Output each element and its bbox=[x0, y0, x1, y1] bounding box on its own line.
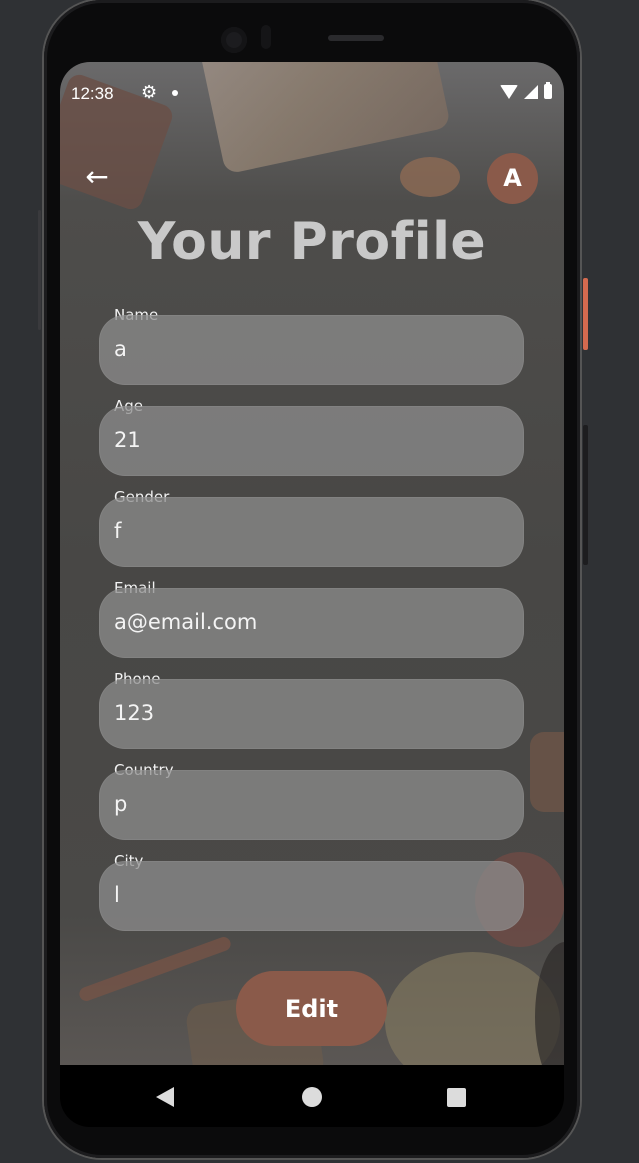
name-field[interactable]: a bbox=[99, 315, 524, 385]
phone-field[interactable]: 123 bbox=[99, 679, 524, 749]
gender-value: f bbox=[114, 519, 122, 543]
app-screen: 12:38 ⚙ ← A Your Profile Name a Age 21 G… bbox=[60, 62, 564, 1065]
age-field[interactable]: 21 bbox=[99, 406, 524, 476]
volume-button bbox=[583, 425, 588, 565]
arrow-left-icon[interactable]: ← bbox=[82, 162, 112, 192]
status-icons bbox=[500, 82, 552, 99]
system-nav-bar bbox=[60, 1065, 564, 1127]
side-rail bbox=[38, 210, 41, 330]
status-bar: 12:38 ⚙ bbox=[71, 82, 552, 106]
email-value: a@email.com bbox=[114, 610, 258, 634]
proximity-sensor bbox=[261, 25, 271, 49]
circle-home-icon[interactable] bbox=[302, 1087, 322, 1107]
country-field[interactable]: p bbox=[99, 770, 524, 840]
page-title: Your Profile bbox=[137, 212, 487, 272]
edit-button[interactable]: Edit bbox=[236, 971, 387, 1046]
triangle-back-icon[interactable] bbox=[156, 1087, 174, 1107]
square-recents-icon[interactable] bbox=[447, 1088, 466, 1107]
front-camera bbox=[221, 27, 247, 53]
status-time: 12:38 bbox=[71, 84, 114, 103]
city-value: l bbox=[114, 883, 120, 907]
signal-icon bbox=[524, 84, 538, 99]
phone-value: 123 bbox=[114, 701, 155, 725]
country-value: p bbox=[114, 792, 128, 816]
background-food-image bbox=[385, 952, 560, 1065]
power-button bbox=[583, 278, 588, 350]
background-pan-image bbox=[535, 942, 564, 1065]
name-value: a bbox=[114, 337, 127, 361]
background-food-image bbox=[530, 732, 564, 812]
email-field[interactable]: a@email.com bbox=[99, 588, 524, 658]
age-value: 21 bbox=[114, 428, 141, 452]
earpiece-speaker bbox=[328, 35, 384, 41]
notification-dot-icon bbox=[172, 90, 178, 96]
gender-field[interactable]: f bbox=[99, 497, 524, 567]
background-food-image bbox=[198, 62, 452, 175]
battery-icon bbox=[544, 82, 552, 99]
city-field[interactable]: l bbox=[99, 861, 524, 931]
avatar[interactable]: A bbox=[487, 153, 538, 204]
background-spoon-image bbox=[77, 935, 233, 1003]
wifi-icon bbox=[500, 84, 518, 99]
background-food-image bbox=[400, 157, 460, 197]
gear-icon: ⚙ bbox=[141, 82, 158, 103]
